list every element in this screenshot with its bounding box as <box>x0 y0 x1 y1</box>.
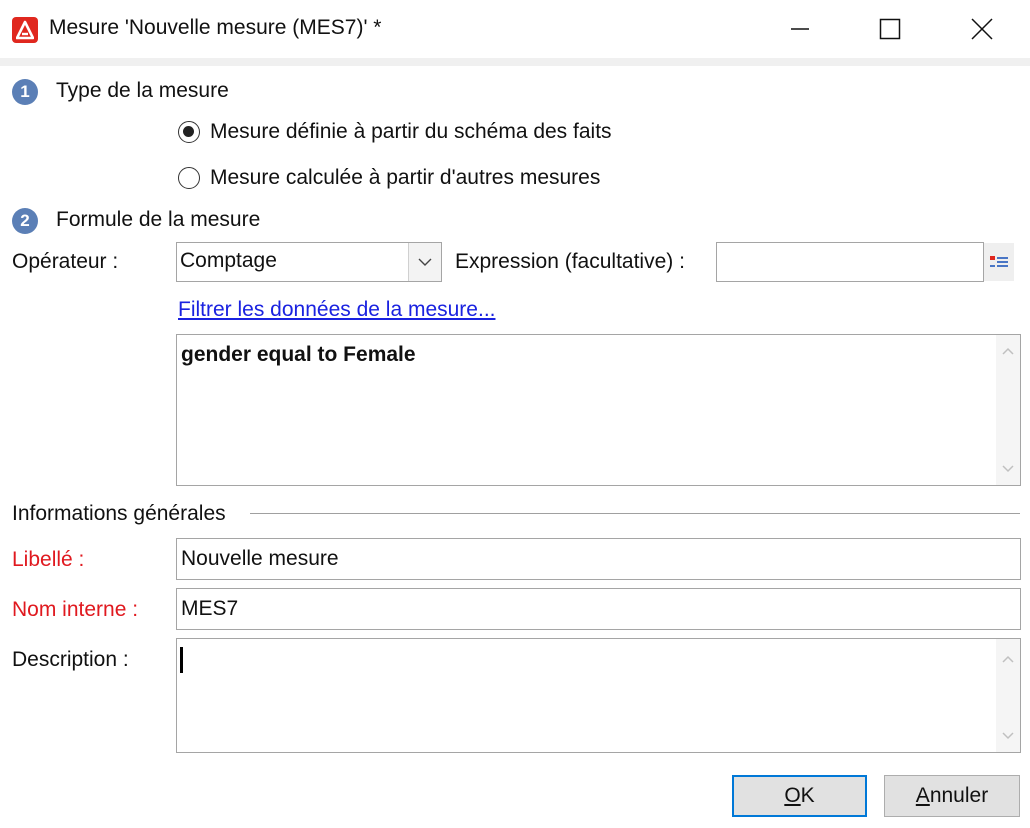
section-type-title: Type de la mesure <box>56 79 229 102</box>
expression-editor-icon <box>990 256 1008 267</box>
filter-scrollbar[interactable] <box>996 335 1020 485</box>
ok-button-mnemonic: O <box>784 784 801 807</box>
ok-button[interactable]: OK <box>732 775 867 817</box>
scroll-up-icon[interactable] <box>996 339 1020 363</box>
filter-textarea[interactable]: gender equal to Female <box>176 334 1021 486</box>
description-textarea[interactable] <box>176 638 1021 753</box>
minimize-button[interactable] <box>770 0 830 58</box>
window-title: Mesure 'Nouvelle mesure (MES7)' * <box>49 16 382 39</box>
filter-data-link[interactable]: Filtrer les données de la mesure... <box>178 298 495 322</box>
group-divider <box>250 513 1020 514</box>
expression-input[interactable] <box>716 242 984 282</box>
chevron-down-icon[interactable] <box>408 243 441 281</box>
dialog-window: Mesure 'Nouvelle mesure (MES7)' * 1 Type… <box>0 0 1030 828</box>
maximize-icon <box>879 18 901 40</box>
close-icon <box>971 18 993 40</box>
cancel-button-label: nnuler <box>929 784 989 807</box>
close-button[interactable] <box>952 0 1012 58</box>
section-formula-title: Formule de la mesure <box>56 208 261 231</box>
scroll-down-icon[interactable] <box>996 457 1020 481</box>
radio-selected-dot <box>183 126 194 137</box>
text-cursor <box>180 647 183 673</box>
operator-label: Opérateur : <box>12 250 119 273</box>
scroll-down-icon[interactable] <box>996 724 1020 748</box>
minimize-icon <box>791 28 809 30</box>
radio-fact-schema-label[interactable]: Mesure définie à partir du schéma des fa… <box>210 120 612 144</box>
internal-name-label: Nom interne : <box>12 598 139 621</box>
app-logo-icon <box>12 17 38 43</box>
radio-calculated-label[interactable]: Mesure calculée à partir d'autres mesure… <box>210 166 600 190</box>
expression-editor-button[interactable] <box>984 243 1014 281</box>
internal-name-input[interactable]: MES7 <box>176 588 1021 630</box>
label-field-label: Libellé : <box>12 548 85 571</box>
cancel-button-mnemonic: A <box>915 784 930 807</box>
title-separator <box>0 58 1030 66</box>
maximize-button[interactable] <box>860 0 920 58</box>
radio-calculated[interactable] <box>178 167 200 189</box>
expression-label: Expression (facultative) : <box>455 250 685 273</box>
cancel-button[interactable]: Annuler <box>884 775 1020 817</box>
title-bar[interactable]: Mesure 'Nouvelle mesure (MES7)' * <box>0 0 1030 58</box>
general-info-title: Informations générales <box>12 502 226 525</box>
operator-select[interactable]: Comptage <box>176 242 442 282</box>
description-scrollbar[interactable] <box>996 639 1020 752</box>
operator-value: Comptage <box>180 249 277 272</box>
ok-button-label: K <box>800 784 815 807</box>
step-2-badge: 2 <box>12 208 38 234</box>
label-input[interactable]: Nouvelle mesure <box>176 538 1021 580</box>
radio-fact-schema[interactable] <box>178 121 200 143</box>
description-label: Description : <box>12 648 129 671</box>
scroll-up-icon[interactable] <box>996 647 1020 671</box>
step-1-badge: 1 <box>12 79 38 105</box>
filter-text: gender equal to Female <box>181 343 416 366</box>
